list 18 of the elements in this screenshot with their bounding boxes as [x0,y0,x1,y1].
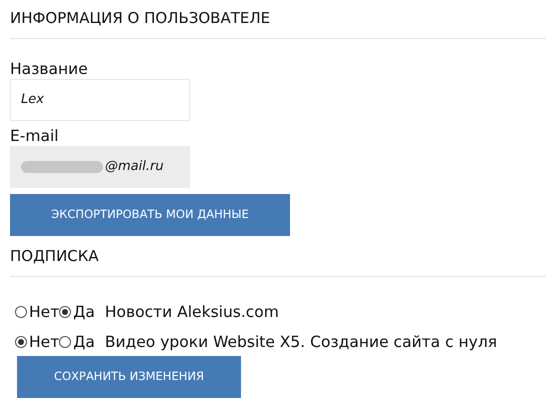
radio-button[interactable] [59,336,72,348]
option-label[interactable]: Да [73,302,95,322]
radio-button[interactable] [15,306,27,318]
subscription-title: Новости Aleksius.com [104,302,279,322]
field-label: E-mail [10,126,60,146]
export-button[interactable]: ЭКСПОРТИРОВАТЬ МОИ ДАННЫЕ [10,194,290,236]
save-button[interactable]: СОХРАНИТЬ ИЗМЕНЕНИЯ [17,356,241,398]
option-label[interactable]: Нет [29,302,60,322]
radio-button[interactable] [15,336,27,348]
option-label[interactable]: Да [73,332,95,352]
email-field[interactable]: @mail.ru [10,146,190,188]
section-heading: ПОДПИСКА [10,246,100,266]
option-label[interactable]: Нет [29,332,60,352]
input-field[interactable]: Lex [10,79,190,121]
subscription-title: Видео уроки Website X5. Создание сайта с нуля [104,332,498,352]
radio-button[interactable] [59,306,72,318]
field-label: Название [10,59,89,79]
section-heading: ИНФОРМАЦИЯ О ПОЛЬЗОВАТЕЛЕ [10,8,272,28]
